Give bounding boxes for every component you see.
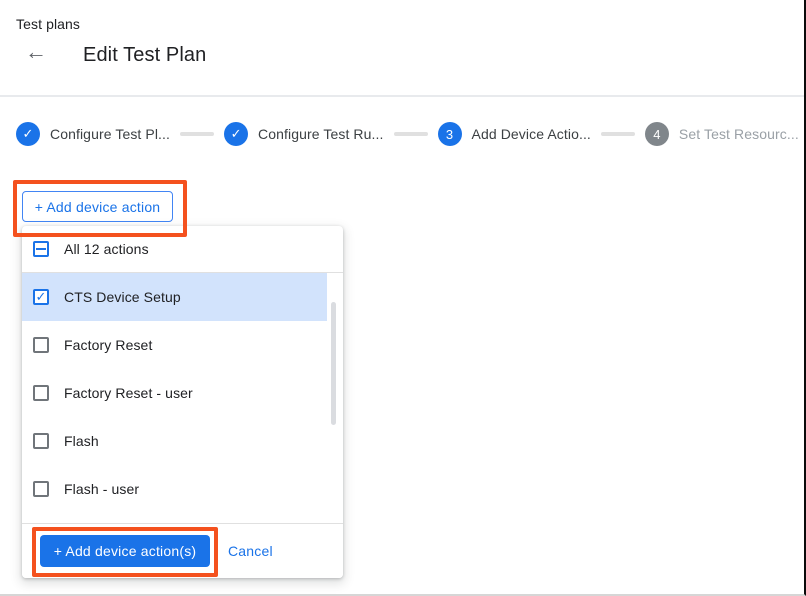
step-label: Configure Test Ru... bbox=[258, 126, 383, 142]
stepper: ✓ Configure Test Pl... ✓ Configure Test … bbox=[16, 122, 799, 146]
header-divider bbox=[0, 95, 804, 97]
step-complete-icon: ✓ bbox=[224, 122, 248, 146]
unchecked-checkbox-icon[interactable] bbox=[33, 385, 49, 401]
step-add-device-actions[interactable]: 3 Add Device Actio... bbox=[438, 122, 591, 146]
cancel-button[interactable]: Cancel bbox=[228, 543, 273, 559]
option-label: CTS Device Setup bbox=[64, 289, 181, 305]
step-number-badge: 4 bbox=[645, 122, 669, 146]
option-cts-device-setup[interactable]: ✓ CTS Device Setup bbox=[22, 273, 327, 321]
select-all-label: All 12 actions bbox=[64, 241, 149, 257]
option-label: Flash bbox=[64, 433, 99, 449]
step-number-badge: 3 bbox=[438, 122, 462, 146]
unchecked-checkbox-icon[interactable] bbox=[33, 337, 49, 353]
page-title: Edit Test Plan bbox=[83, 44, 206, 67]
option-factory-reset[interactable]: Factory Reset bbox=[22, 321, 343, 369]
step-complete-icon: ✓ bbox=[16, 122, 40, 146]
step-configure-test-run[interactable]: ✓ Configure Test Ru... bbox=[224, 122, 383, 146]
edit-test-plan-page: Test plans ← Edit Test Plan ✓ Configure … bbox=[0, 0, 806, 596]
back-arrow-icon[interactable]: ← bbox=[25, 41, 47, 63]
option-flash[interactable]: Flash bbox=[22, 417, 343, 465]
step-set-test-resources[interactable]: 4 Set Test Resourc... bbox=[645, 122, 799, 146]
add-device-action-button[interactable]: + Add device action bbox=[22, 191, 173, 222]
option-label: Factory Reset bbox=[64, 337, 152, 353]
unchecked-checkbox-icon[interactable] bbox=[33, 481, 49, 497]
select-all-actions-row[interactable]: All 12 actions bbox=[22, 226, 343, 272]
dropdown-footer: + Add device action(s) Cancel bbox=[22, 523, 343, 578]
indeterminate-checkbox-icon[interactable] bbox=[33, 241, 49, 257]
option-flash-user[interactable]: Flash - user bbox=[22, 465, 343, 513]
option-factory-reset-user[interactable]: Factory Reset - user bbox=[22, 369, 343, 417]
checked-checkbox-icon[interactable]: ✓ bbox=[33, 289, 49, 305]
checkmark-icon: ✓ bbox=[36, 290, 47, 303]
step-connector bbox=[180, 132, 214, 136]
check-icon: ✓ bbox=[231, 126, 242, 142]
indeterminate-dash-icon bbox=[36, 248, 46, 250]
step-label: Set Test Resourc... bbox=[679, 126, 799, 142]
step-label: Configure Test Pl... bbox=[50, 126, 170, 142]
scrollbar-thumb[interactable] bbox=[331, 302, 336, 425]
breadcrumb: Test plans bbox=[16, 16, 80, 32]
check-icon: ✓ bbox=[23, 126, 34, 142]
step-connector bbox=[601, 132, 635, 136]
step-label: Add Device Actio... bbox=[472, 126, 591, 142]
step-configure-test-plan[interactable]: ✓ Configure Test Pl... bbox=[16, 122, 170, 146]
device-action-dropdown: All 12 actions ✓ CTS Device Setup Factor… bbox=[22, 226, 343, 578]
option-label: Factory Reset - user bbox=[64, 385, 193, 401]
add-device-actions-submit-button[interactable]: + Add device action(s) bbox=[40, 535, 210, 567]
step-connector bbox=[394, 132, 428, 136]
option-label: Flash - user bbox=[64, 481, 139, 497]
unchecked-checkbox-icon[interactable] bbox=[33, 433, 49, 449]
